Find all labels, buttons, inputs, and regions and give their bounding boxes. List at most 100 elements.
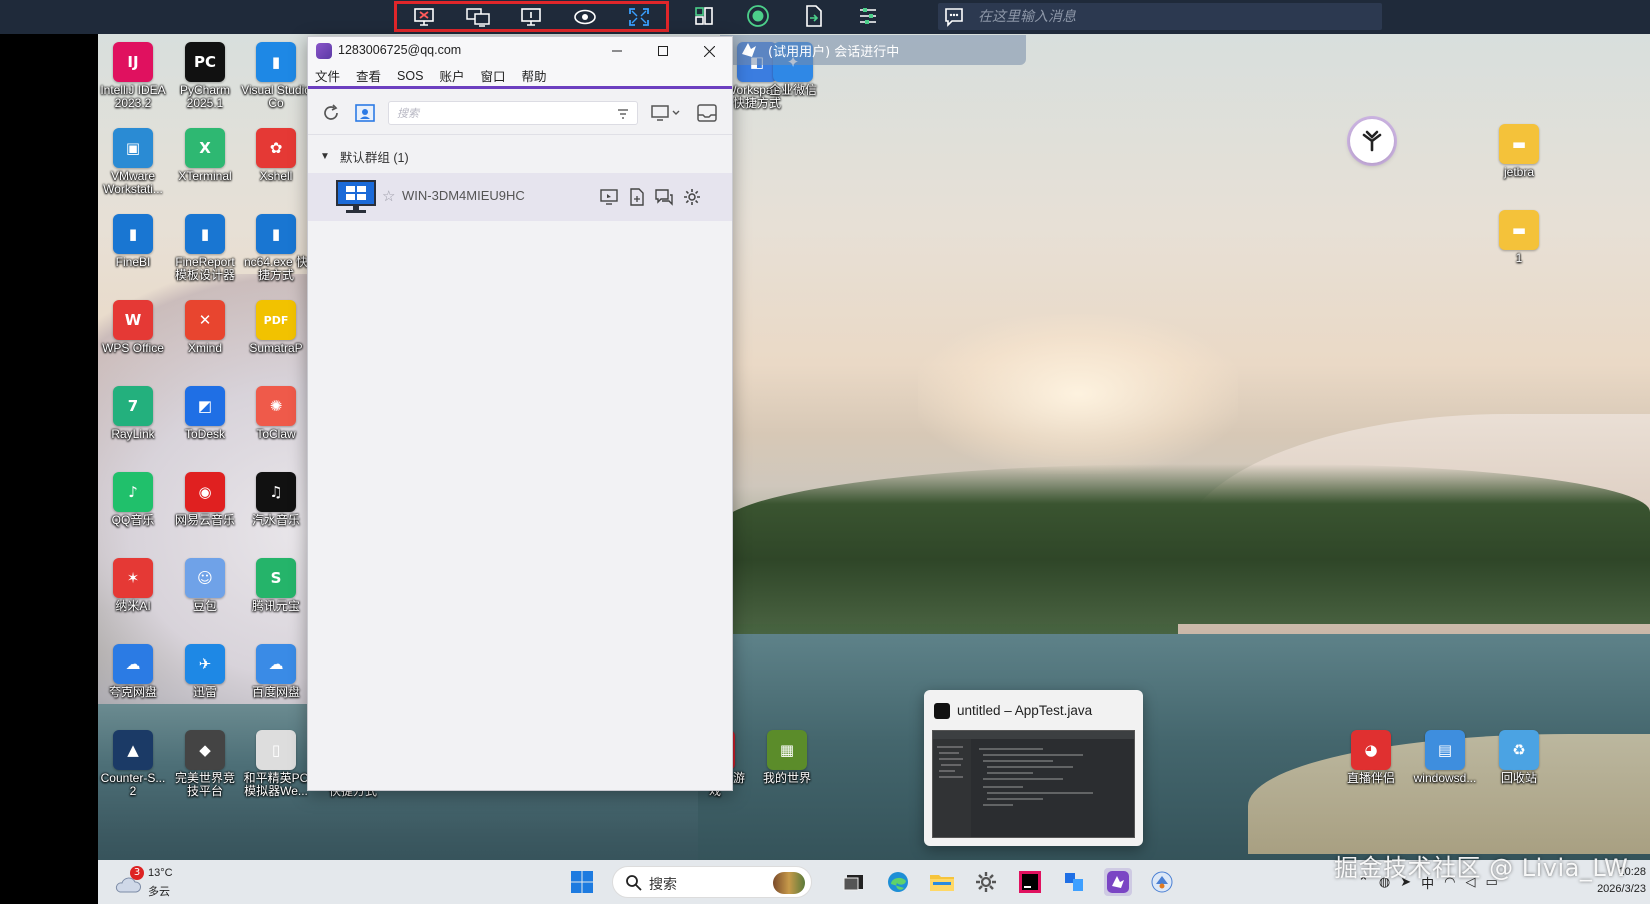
desktop-icon[interactable]: X XTerminal <box>170 124 240 204</box>
monitor-icon[interactable] <box>516 4 546 30</box>
desktop-icon[interactable]: ▤ windowsd... <box>1410 726 1480 806</box>
weather-widget[interactable]: 3 13°C 多云 <box>112 864 192 900</box>
session-status-bar[interactable]: ⌄ (试用用户) 会话进行中 <box>720 35 1026 65</box>
chat-icon[interactable] <box>653 186 675 208</box>
menu-window[interactable]: 窗口 <box>480 66 505 85</box>
switch-screen-icon[interactable] <box>463 4 493 30</box>
desktop-icon[interactable]: ✕ Xmind <box>170 296 240 376</box>
desktop-icon[interactable]: ▦ 我的世界 <box>752 726 822 806</box>
desktop-icon[interactable]: IJ IntelliJ IDEA 2023.2 <box>98 38 168 118</box>
desktop-icon[interactable]: ✿ Xshell <box>241 124 311 204</box>
inbox-button[interactable] <box>694 101 720 125</box>
desktop-icon-label: SumatraP <box>249 341 303 355</box>
menu-account[interactable]: 账户 <box>439 66 464 85</box>
desktop-icon[interactable]: PC PyCharm 2025.1 <box>170 38 240 118</box>
taskbar-search[interactable]: 搜索 <box>612 866 812 898</box>
settings-icon[interactable] <box>972 868 1000 896</box>
task-view-icon[interactable] <box>840 868 868 896</box>
app-icon: ▬ <box>1499 124 1539 164</box>
chat-bubble-icon[interactable] <box>942 5 966 29</box>
desktop-icon[interactable]: ▲ Counter-S... 2 <box>98 726 168 806</box>
desktop-icon[interactable]: ◩ ToDesk <box>170 382 240 462</box>
close-button[interactable] <box>686 37 732 65</box>
app-icon: ♪ <box>113 472 153 512</box>
desktop-icon[interactable]: ♪ QQ音乐 <box>98 468 168 548</box>
intellij-icon[interactable] <box>1016 868 1044 896</box>
desktop-icon[interactable]: ✺ ToClaw <box>241 382 311 462</box>
desktop-icon[interactable]: W WPS Office <box>98 296 168 376</box>
desktop-icon[interactable]: ☁ 百度网盘 <box>241 640 311 720</box>
desktop-icon-label: 汽水音乐 <box>251 513 300 527</box>
desktop-icon[interactable]: ◉ 网易云音乐 <box>170 468 240 548</box>
network-share-icon[interactable] <box>1148 868 1176 896</box>
wallpaper-forest <box>718 464 1650 624</box>
refresh-button[interactable] <box>318 101 344 125</box>
maximize-button[interactable] <box>640 37 686 65</box>
desktop-icon[interactable]: ☺ 豆包 <box>170 554 240 634</box>
view-only-eye-icon[interactable] <box>570 4 600 30</box>
settings-icon[interactable] <box>681 186 703 208</box>
edge-icon[interactable] <box>884 868 912 896</box>
screen-layout-icon[interactable] <box>689 3 719 29</box>
app-icon: ✶ <box>113 558 153 598</box>
todesk-icon[interactable] <box>1060 868 1088 896</box>
desktop-icon[interactable]: ◕ 直播伴侣 <box>1336 726 1406 806</box>
windows-start-icon[interactable] <box>568 868 596 896</box>
fullscreen-icon[interactable] <box>624 4 654 30</box>
inbox-icon <box>697 104 717 122</box>
desktop-icon-label: PyCharm 2025.1 <box>179 83 230 110</box>
desktop-icon-label: Xshell <box>259 169 293 183</box>
desktop-icon-label: QQ音乐 <box>111 513 155 527</box>
desktop-icon[interactable]: ▬ jetbra <box>1484 120 1554 200</box>
menu-view[interactable]: 查看 <box>356 66 381 85</box>
app-icon: ◉ <box>185 472 225 512</box>
floating-assistant-icon[interactable] <box>1350 119 1394 163</box>
desktop-icon[interactable]: ▮ FineReport 模板设计器 <box>170 210 240 290</box>
desktop-icon[interactable]: ▬ 1 <box>1484 206 1554 286</box>
remote-control-icon[interactable] <box>598 186 620 208</box>
desktop-icon[interactable]: ▯ 和平精英PC 模拟器We... <box>241 726 311 806</box>
app-icon: ♫ <box>256 472 296 512</box>
desktop-icon[interactable]: PDF SumatraP <box>241 296 311 376</box>
record-icon[interactable] <box>743 3 773 29</box>
filter-icon[interactable] <box>615 106 631 122</box>
desktop-icon[interactable]: ▮ nc64.exe 快捷方式 <box>241 210 311 290</box>
search-input[interactable] <box>397 104 597 122</box>
file-transfer-icon[interactable] <box>798 3 828 29</box>
desktop-icon[interactable]: S 腾讯元宝 <box>241 554 311 634</box>
desktop-icon[interactable]: ✶ 纳米AI <box>98 554 168 634</box>
disconnect-icon[interactable] <box>409 4 439 30</box>
favorite-star-icon[interactable]: ☆ <box>382 187 395 205</box>
app-icon: ◆ <box>185 730 225 770</box>
app-icon: ◩ <box>185 386 225 426</box>
desktop-icon[interactable]: ▣ VMware Workstati... <box>98 124 168 204</box>
file-icon[interactable] <box>626 186 648 208</box>
desktop-icon[interactable]: ☁ 夸克网盘 <box>98 640 168 720</box>
app-icon: IJ <box>113 42 153 82</box>
desktop-icon[interactable]: ♻ 回收站 <box>1484 726 1554 806</box>
menu-help[interactable]: 帮助 <box>521 66 546 85</box>
device-view-dropdown[interactable] <box>648 101 684 125</box>
settings-sliders-icon[interactable] <box>853 3 883 29</box>
client-app-icon[interactable] <box>1104 868 1132 896</box>
group-default[interactable]: ▼ 默认群组 (1) <box>308 141 732 171</box>
menu-sos[interactable]: SOS <box>397 69 423 83</box>
desktop-icon[interactable]: ♫ 汽水音乐 <box>241 468 311 548</box>
chat-message-input[interactable] <box>978 4 1368 29</box>
menu-file[interactable]: 文件 <box>315 66 340 85</box>
device-list-item[interactable]: ☆ WIN-3DM4MIEU9HC <box>308 173 732 221</box>
app-icon: S <box>256 558 296 598</box>
app-logo-icon <box>316 43 332 59</box>
desktop-icon-label: 回收站 <box>1500 771 1537 785</box>
desktop-icon[interactable]: ✈ 迅雷 <box>170 640 240 720</box>
desktop-icon[interactable]: 7 RayLink <box>98 382 168 462</box>
desktop-icon[interactable]: ▮ Visual Studio Co <box>241 38 311 118</box>
app-logo-icon <box>736 38 762 62</box>
desktop-icon[interactable]: ◆ 完美世界竞技平台 <box>170 726 240 806</box>
app-icon: ✺ <box>256 386 296 426</box>
address-book-button[interactable] <box>352 101 378 125</box>
file-explorer-icon[interactable] <box>928 868 956 896</box>
desktop-icon[interactable]: ▮ FineBI <box>98 210 168 290</box>
taskbar-window-preview[interactable]: untitled – AppTest.java <box>924 690 1143 846</box>
minimize-button[interactable] <box>594 37 640 65</box>
